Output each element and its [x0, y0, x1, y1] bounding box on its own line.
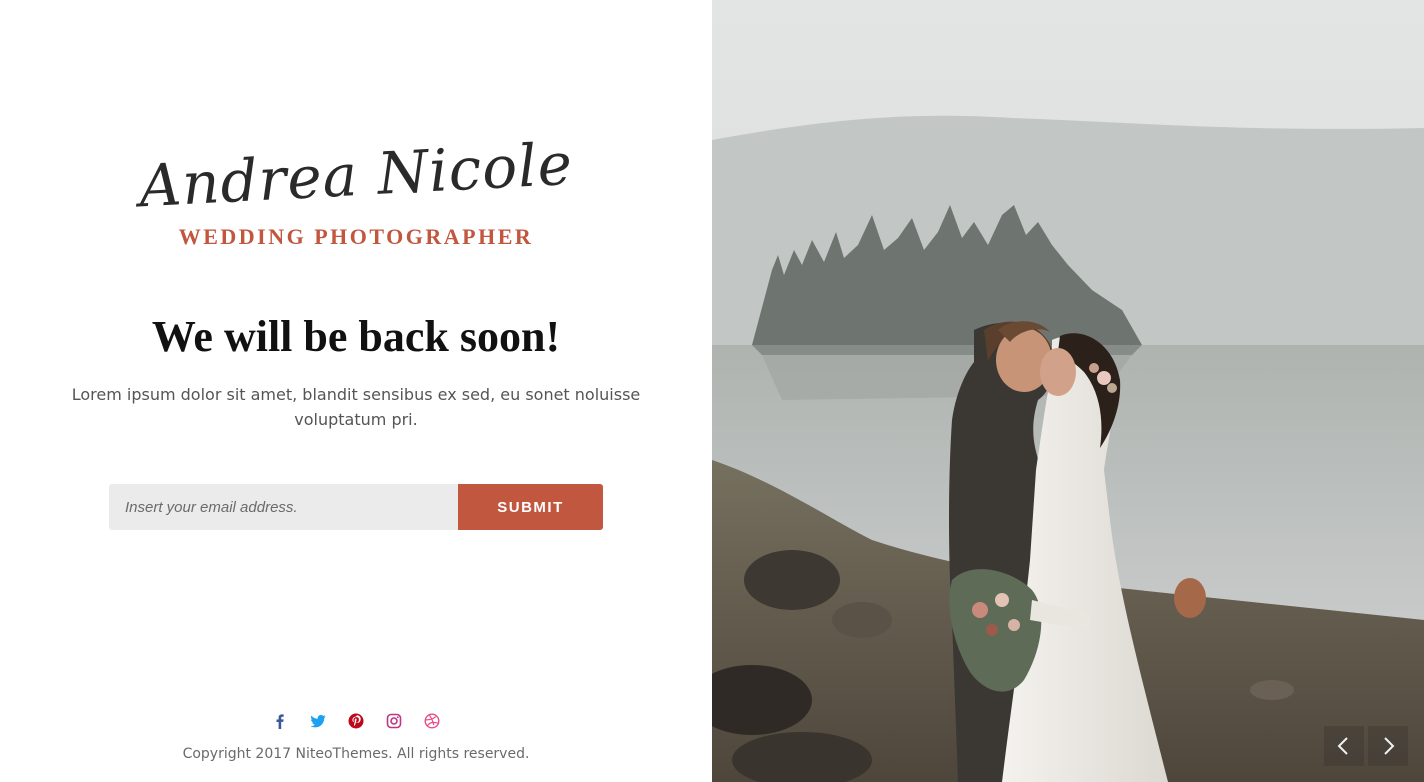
slider-next-button[interactable]	[1368, 726, 1408, 766]
chevron-left-icon	[1337, 737, 1348, 755]
page-title: We will be back soon!	[151, 312, 561, 361]
copyright-text: Copyright 2017 NiteoThemes. All rights r…	[182, 746, 530, 762]
subscribe-form: SUBMIT	[109, 484, 603, 530]
facebook-icon	[276, 714, 284, 729]
submit-button[interactable]: SUBMIT	[458, 484, 603, 530]
hero-slider	[712, 0, 1424, 782]
email-input[interactable]	[109, 484, 458, 530]
dribbble-icon	[424, 713, 440, 729]
brand-tagline: WEDDING PHOTOGRAPHER	[178, 224, 534, 249]
wedding-photo	[712, 0, 1424, 782]
twitter-icon	[310, 715, 326, 728]
twitter-link[interactable]	[309, 710, 327, 732]
page-description: Lorem ipsum dolor sit amet, blandit sens…	[71, 385, 641, 429]
content-panel: Andrea Nicole WEDDING PHOTOGRAPHER We wi…	[0, 0, 712, 782]
social-links	[0, 710, 712, 732]
instagram-icon	[386, 713, 402, 729]
brand-logo: Andrea Nicole WEDDING PHOTOGRAPHER	[0, 130, 712, 250]
pinterest-icon	[348, 713, 364, 729]
dribbble-link[interactable]	[423, 710, 441, 732]
pinterest-link[interactable]	[347, 710, 365, 732]
facebook-link[interactable]	[271, 710, 289, 732]
instagram-link[interactable]	[385, 710, 403, 732]
chevron-right-icon	[1384, 737, 1395, 755]
slider-prev-button[interactable]	[1324, 726, 1364, 766]
brand-name: Andrea Nicole	[137, 129, 575, 221]
